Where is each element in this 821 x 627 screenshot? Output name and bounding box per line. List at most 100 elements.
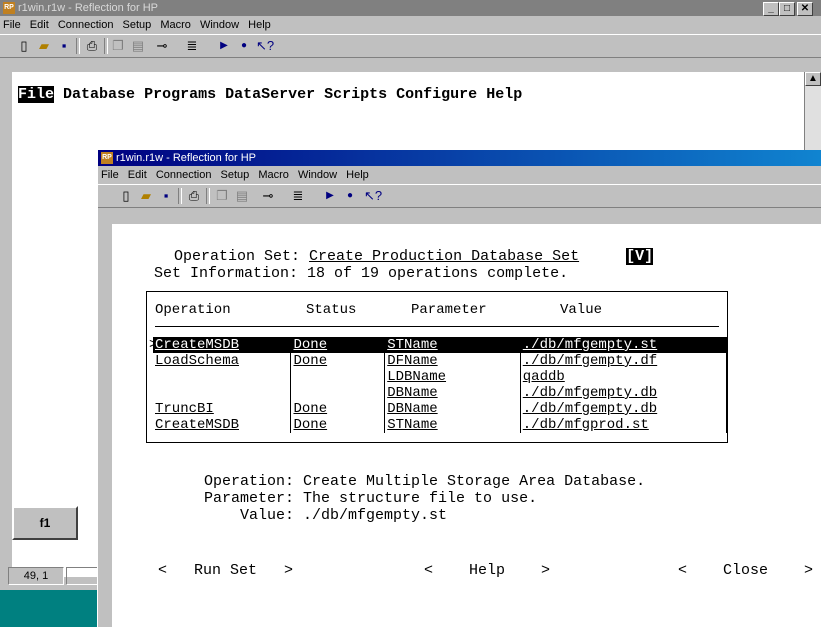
cell-parameter[interactable]: LDBName — [385, 369, 521, 385]
terminal-menu-configure[interactable]: Configure — [396, 86, 477, 103]
cell-parameter[interactable]: STName — [384, 337, 521, 353]
cell-value[interactable]: qaddb — [519, 369, 728, 385]
table-row[interactable]: LDBName qaddb — [153, 369, 728, 385]
table-row[interactable]: CreateMSDB Done STName ./db/mfgprod.st — [153, 417, 728, 433]
cell-value[interactable]: ./db/mfgprod.st — [519, 417, 728, 433]
minimize-button[interactable]: _ — [763, 2, 779, 16]
print-icon[interactable]: ⎙ — [84, 38, 100, 54]
new-file-icon[interactable]: ▯ — [118, 188, 134, 204]
status-panel — [66, 567, 98, 585]
table-row[interactable]: CreateMSDB Done STName ./db/mfgempty.st — [153, 337, 728, 353]
cell-parameter[interactable]: STName — [385, 417, 521, 433]
scroll-up-button[interactable]: ▲ — [805, 72, 821, 86]
menu-macro[interactable]: Macro — [160, 19, 191, 31]
connect-icon[interactable]: ⊸ — [154, 38, 170, 54]
menu-window[interactable]: Window — [200, 19, 239, 31]
front-window-titlebar[interactable]: RP r1win.r1w - Reflection for HP — [98, 150, 821, 166]
cell-status[interactable] — [290, 369, 386, 385]
back-window-title: r1win.r1w - Reflection for HP — [18, 2, 158, 14]
menu-connection[interactable]: Connection — [58, 19, 114, 31]
detail-operation-label: Operation: — [204, 473, 295, 490]
menu-connection[interactable]: Connection — [156, 169, 212, 181]
set-info-line: Set Information: 18 of 19 operations com… — [154, 265, 568, 282]
play-icon[interactable]: ▶ — [216, 38, 232, 54]
new-file-icon[interactable]: ▯ — [16, 38, 32, 54]
front-terminal-screen[interactable]: Operation Set: Create Production Databas… — [112, 224, 821, 627]
terminal-menu-help[interactable]: Help — [486, 86, 522, 103]
copy-icon[interactable]: ❐ — [214, 188, 230, 204]
terminal-menu-programs[interactable]: Programs — [144, 86, 216, 103]
menu-edit[interactable]: Edit — [128, 169, 147, 181]
terminal-menu-scripts[interactable]: Scripts — [324, 86, 387, 103]
table-row[interactable]: TruncBI Done DBName ./db/mfgempty.db — [153, 401, 728, 417]
menu-edit[interactable]: Edit — [30, 19, 49, 31]
operations-table: Operation Status Parameter Value > Creat… — [146, 291, 728, 443]
app-icon: RP — [101, 152, 113, 164]
cell-value[interactable]: ./db/mfgempty.db — [519, 385, 728, 401]
fkey-f1-button[interactable]: f1 — [12, 506, 78, 540]
operation-set-line: Operation Set: Create Production Databas… — [174, 248, 654, 265]
operation-set-flag[interactable]: [V] — [626, 248, 654, 265]
menu-help[interactable]: Help — [346, 169, 369, 181]
context-help-icon[interactable]: ↖? — [364, 188, 382, 204]
play-icon[interactable]: ▶ — [322, 188, 338, 204]
header-rule — [155, 326, 719, 327]
cell-operation[interactable]: LoadSchema — [153, 353, 291, 369]
paste-icon[interactable]: ▤ — [130, 38, 146, 54]
cell-operation[interactable]: TruncBI — [153, 401, 291, 417]
cell-parameter[interactable]: DBName — [385, 385, 521, 401]
cell-status[interactable] — [290, 385, 386, 401]
close-button[interactable]: ✕ — [797, 2, 813, 16]
terminal-menu-database[interactable]: Database — [63, 86, 135, 103]
save-icon[interactable]: ▪ — [56, 38, 72, 54]
detail-value-value: ./db/mfgempty.st — [303, 507, 448, 524]
menu-file[interactable]: File — [3, 19, 21, 31]
back-toolbar: ▯ ▰ ▪ ⎙ ❐ ▤ ⊸ ≣ ▶ ● ↖? — [0, 34, 821, 58]
back-window-titlebar[interactable]: RP r1win.r1w - Reflection for HP — [0, 0, 821, 16]
cell-status[interactable]: Done — [290, 401, 386, 417]
status-position: 49, 1 — [8, 567, 64, 585]
context-help-icon[interactable]: ↖? — [256, 38, 274, 54]
cell-value[interactable]: ./db/mfgempty.st — [519, 337, 728, 353]
close-button-terminal[interactable]: < Close > — [678, 562, 813, 579]
open-folder-icon[interactable]: ▰ — [138, 188, 154, 204]
help-button[interactable]: < Help > — [424, 562, 550, 579]
cell-parameter[interactable]: DFName — [385, 353, 521, 369]
menu-window[interactable]: Window — [298, 169, 337, 181]
cell-operation[interactable]: CreateMSDB — [153, 337, 291, 353]
record-icon[interactable]: ● — [342, 188, 358, 204]
menu-setup[interactable]: Setup — [123, 19, 152, 31]
cell-value[interactable]: ./db/mfgempty.db — [519, 401, 728, 417]
save-icon[interactable]: ▪ — [158, 188, 174, 204]
run-set-button[interactable]: < Run Set > — [158, 562, 293, 579]
menu-setup[interactable]: Setup — [221, 169, 250, 181]
cell-operation[interactable]: CreateMSDB — [153, 417, 291, 433]
operation-set-value[interactable]: Create Production Database Set — [309, 248, 599, 265]
cell-status[interactable]: Done — [290, 337, 386, 353]
header-parameter: Parameter — [411, 302, 487, 318]
connect-icon[interactable]: ⊸ — [260, 188, 276, 204]
cell-value[interactable]: ./db/mfgempty.df — [519, 353, 728, 369]
menu-file[interactable]: File — [101, 169, 119, 181]
table-row[interactable]: DBName ./db/mfgempty.db — [153, 385, 728, 401]
cell-parameter[interactable]: DBName — [385, 401, 521, 417]
menu-help[interactable]: Help — [248, 19, 271, 31]
table-row[interactable]: LoadSchema Done DFName ./db/mfgempty.df — [153, 353, 728, 369]
terminal-menu-file[interactable]: File — [18, 86, 55, 103]
detail-value-line: Value: ./db/mfgempty.st — [240, 507, 447, 524]
cell-operation[interactable] — [153, 385, 291, 401]
print-icon[interactable]: ⎙ — [186, 188, 202, 204]
terminal-menu-dataserver[interactable]: DataServer — [225, 86, 315, 103]
open-folder-icon[interactable]: ▰ — [36, 38, 52, 54]
copy-icon[interactable]: ❐ — [110, 38, 126, 54]
cell-status[interactable]: Done — [290, 417, 386, 433]
macro-icon[interactable]: ≣ — [290, 188, 306, 204]
macro-icon[interactable]: ≣ — [184, 38, 200, 54]
cell-operation[interactable] — [153, 369, 291, 385]
paste-icon[interactable]: ▤ — [234, 188, 250, 204]
menu-macro[interactable]: Macro — [258, 169, 289, 181]
record-icon[interactable]: ● — [236, 38, 252, 54]
cell-status[interactable]: Done — [290, 353, 386, 369]
maximize-button[interactable]: □ — [779, 2, 795, 16]
detail-operation-line: Operation: Create Multiple Storage Area … — [204, 473, 645, 490]
